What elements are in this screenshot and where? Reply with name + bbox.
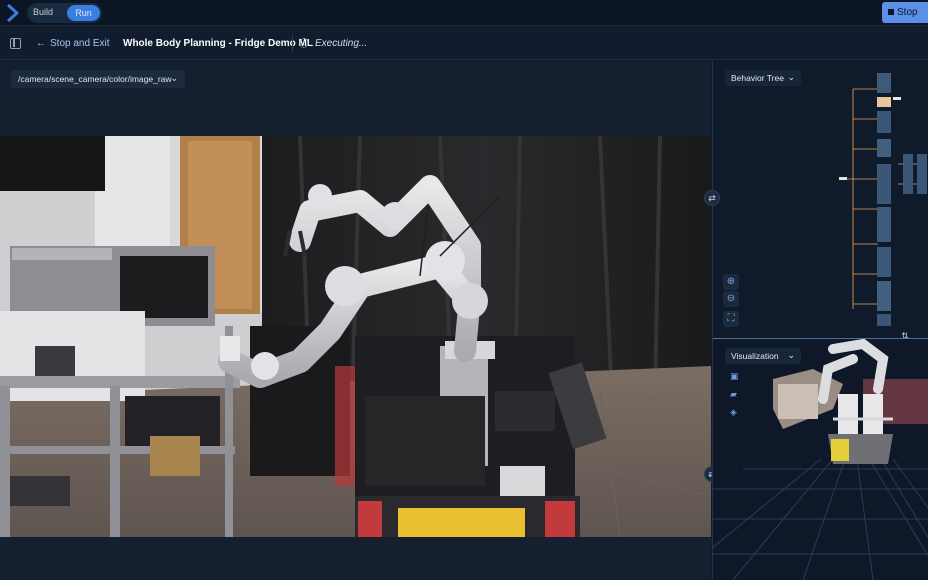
stop-and-exit-link[interactable]: ← Stop and Exit <box>36 38 109 49</box>
behavior-tree-view-label: Behavior Tree <box>731 73 784 83</box>
chevron-down-icon: ⌄ <box>787 72 795 82</box>
topic-select-value: /camera/scene_camera/color/image_raw <box>18 74 172 84</box>
run-mode-button[interactable]: Run <box>67 5 100 21</box>
stop-and-exit-label: Stop and Exit <box>50 38 110 49</box>
save-icon[interactable]: ▣ <box>730 371 740 381</box>
execution-status: Executing... <box>315 38 368 49</box>
top-bar: Build Run Stop <box>0 0 928 26</box>
zoom-out-icon[interactable]: ⊖ <box>723 291 739 307</box>
swap-panels-icon[interactable]: ⇄ <box>704 190 720 206</box>
visualization-view-label: Visualization <box>731 351 779 361</box>
behavior-tree-view-select[interactable]: Behavior Tree ⌄ <box>725 70 801 86</box>
stop-button-label: Stop <box>897 7 918 18</box>
mode-toggle[interactable]: Build Run <box>27 3 102 23</box>
camera-view-panel: /camera/scene_camera/color/image_raw ⌄ <box>0 61 711 579</box>
camera-image <box>0 136 711 537</box>
fit-view-icon[interactable]: ⛶ <box>723 311 739 327</box>
zoom-in-icon[interactable]: ⊕ <box>723 274 739 290</box>
behavior-tree-graph[interactable] <box>833 69 928 329</box>
sidebar-toggle-icon[interactable] <box>10 38 21 49</box>
chevron-logo-icon[interactable] <box>6 4 20 22</box>
toolbar-divider <box>292 35 293 52</box>
stop-button[interactable]: Stop <box>882 2 928 23</box>
folder-icon[interactable]: ▰ <box>730 389 740 399</box>
visualization-panel: Visualization ⌄ ▣ ▰ ◈ <box>712 338 928 580</box>
stop-icon <box>888 9 894 15</box>
objective-title: Whole Body Planning - Fridge Demo ML <box>123 38 313 49</box>
topic-select[interactable]: /camera/scene_camera/color/image_raw ⌄ <box>11 70 185 88</box>
visualization-3d-view[interactable] <box>713 339 928 580</box>
chevron-down-icon: ⌄ <box>170 73 178 83</box>
cube-icon[interactable]: ◈ <box>730 407 740 417</box>
visualization-view-select[interactable]: Visualization ⌄ <box>725 348 801 364</box>
chevron-down-icon: ⌄ <box>787 350 795 360</box>
spinner-icon <box>299 38 309 48</box>
arrow-left-icon: ← <box>36 38 46 49</box>
behavior-tree-panel: Behavior Tree ⌄ ⊕ ⊖ ⛶ <box>712 61 928 337</box>
build-mode-button[interactable]: Build <box>33 7 53 17</box>
objective-toolbar: ← Stop and Exit Whole Body Planning - Fri… <box>0 27 928 60</box>
